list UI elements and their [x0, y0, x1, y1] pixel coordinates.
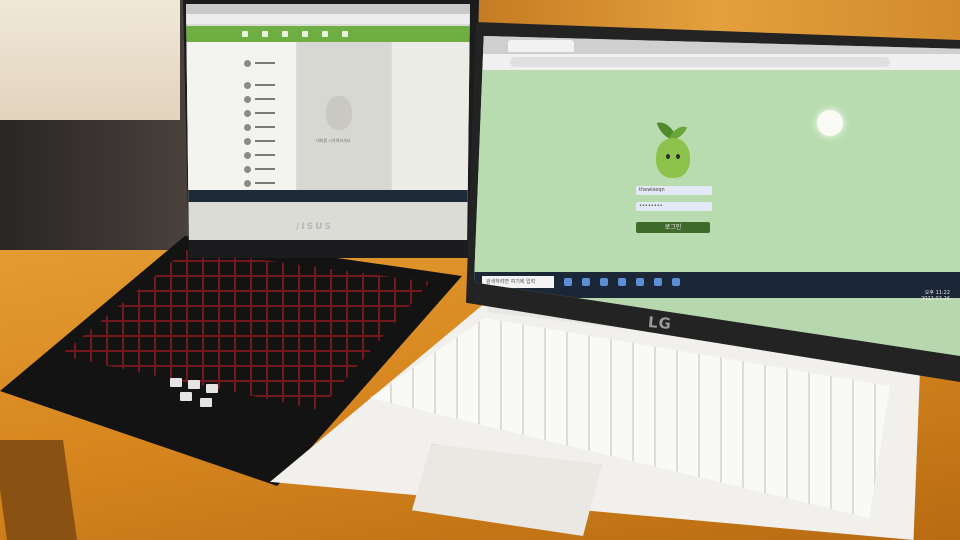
username-field: thewiseqn — [636, 186, 712, 195]
toolbar-icon — [262, 31, 268, 37]
toolbar-icon — [302, 31, 308, 37]
list-item — [244, 58, 296, 68]
password-field: •••••••• — [636, 202, 712, 211]
clock-date: 2022-02-26 — [920, 296, 950, 302]
moon-icon — [817, 110, 843, 136]
list-item — [244, 150, 296, 160]
browser-tab — [508, 40, 574, 52]
list-item — [244, 164, 296, 174]
lg-logo: LG — [647, 312, 673, 334]
list-item — [244, 80, 296, 90]
login-page — [474, 70, 960, 278]
asus-logo: /ISUS — [296, 222, 333, 232]
toolbar-icon — [282, 31, 288, 37]
browser-urlbar — [186, 14, 470, 24]
side-panel — [392, 42, 470, 202]
wall-panel — [0, 0, 180, 120]
chat-app-toolbar — [186, 26, 470, 42]
browser-tabbar — [186, 4, 470, 14]
toolbar-icon — [342, 31, 348, 37]
browser-urlbar — [474, 54, 960, 70]
list-item — [244, 122, 296, 132]
list-item — [244, 136, 296, 146]
list-item — [244, 178, 296, 188]
friend-list — [186, 42, 296, 202]
url-field — [510, 57, 890, 67]
photo-scene: 대화를 시작해보세요 /ISUS thewiseqn •••••••• 로그인 — [0, 0, 960, 540]
sprout-mascot-icon — [650, 118, 698, 184]
taskbar-clock: 오후 11:22 2022-02-26 — [921, 290, 950, 302]
toolbar-icon — [242, 31, 248, 37]
list-item — [244, 108, 296, 118]
taskbar-icons — [564, 278, 680, 286]
chat-caption: 대화를 시작해보세요 — [316, 138, 351, 143]
mascot-icon — [326, 96, 352, 130]
windows-taskbar — [186, 190, 470, 202]
asus-screen: 대화를 시작해보세요 — [186, 4, 470, 240]
toolbar-icon — [322, 31, 328, 37]
asus-stickers — [160, 370, 240, 420]
login-button: 로그인 — [636, 222, 710, 233]
list-item — [244, 94, 296, 104]
